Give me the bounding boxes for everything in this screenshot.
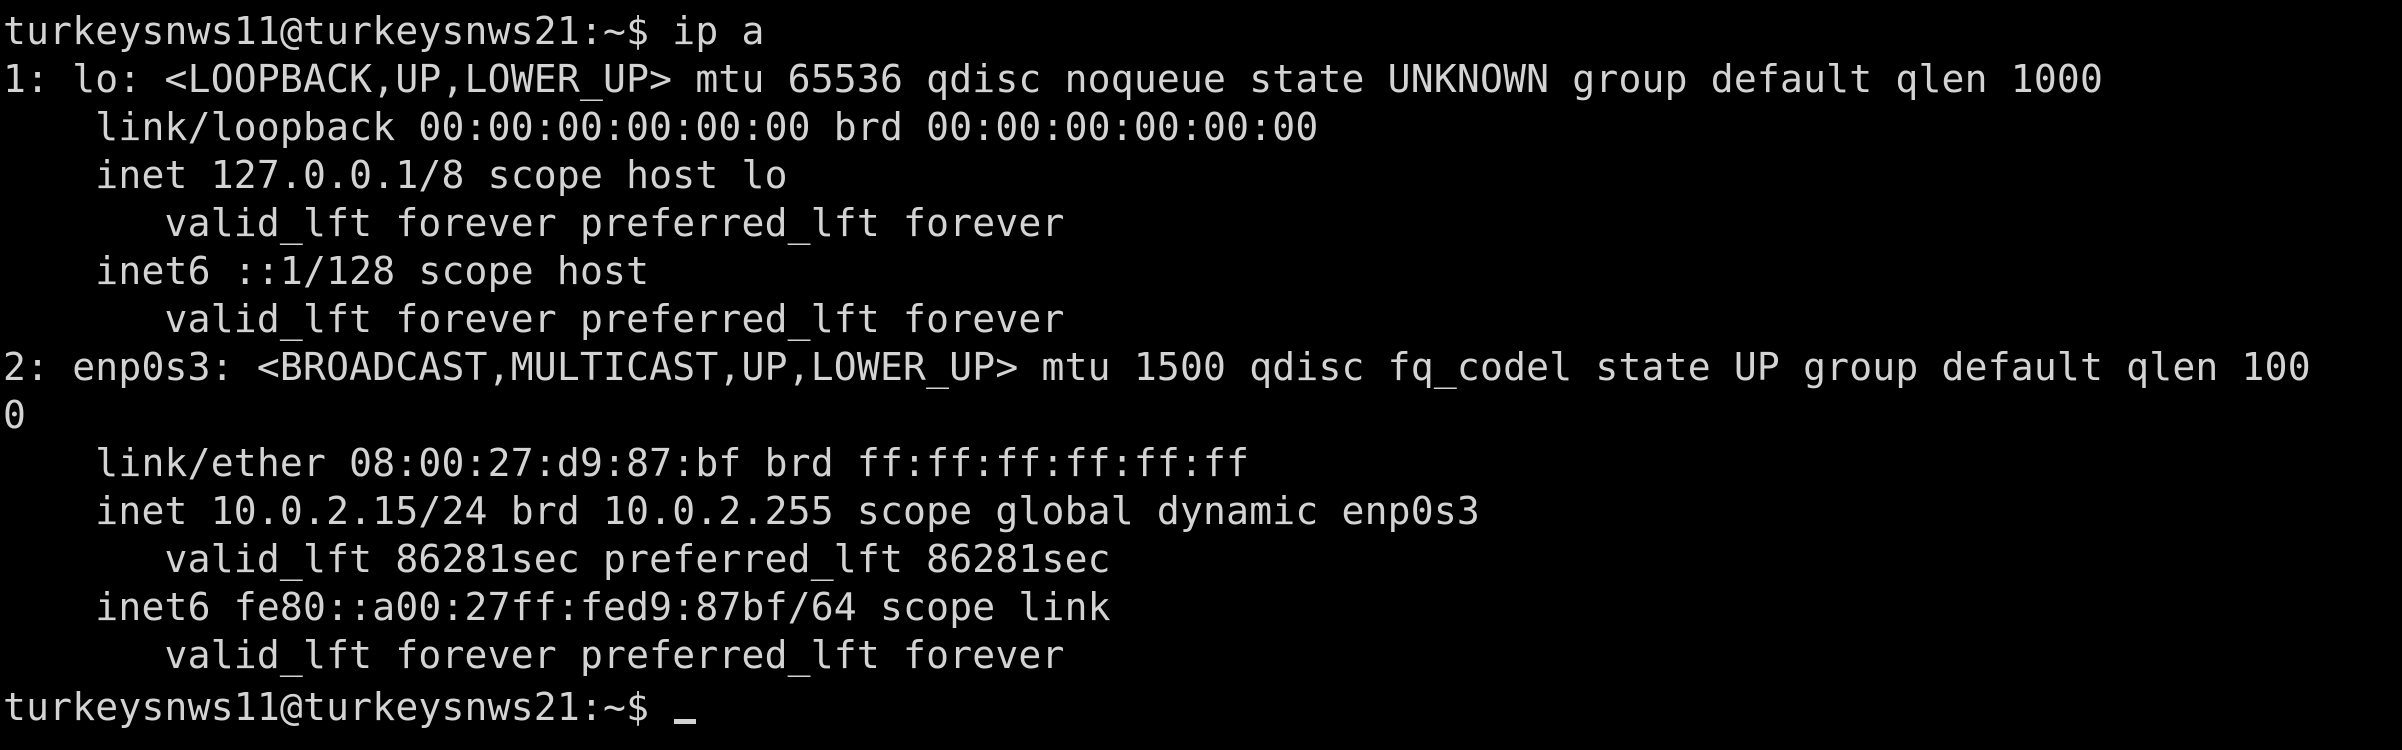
terminal-line-output: 0: [3, 393, 27, 437]
text-cursor: [674, 719, 697, 724]
terminal-input-line[interactable]: turkeysnws11@turkeysnws21:~$: [3, 683, 697, 731]
terminal-line-output: link/loopback 00:00:00:00:00:00 brd 00:0…: [3, 105, 1319, 149]
terminal-line-output: inet6 fe80::a00:27ff:fed9:87bf/64 scope …: [3, 585, 1111, 629]
shell-prompt: turkeysnws11@turkeysnws21:~$: [3, 685, 673, 729]
terminal-line-output: 1: lo: <LOOPBACK,UP,LOWER_UP> mtu 65536 …: [3, 57, 2104, 101]
terminal-line-output: valid_lft 86281sec preferred_lft 86281se…: [3, 537, 1111, 581]
terminal-line-output: valid_lft forever preferred_lft forever: [3, 297, 1065, 341]
terminal-line-command: turkeysnws11@turkeysnws21:~$ ip a: [3, 9, 765, 53]
terminal-line-output: inet 127.0.0.1/8 scope host lo: [3, 153, 788, 197]
terminal-line-output: inet 10.0.2.15/24 brd 10.0.2.255 scope g…: [3, 489, 1480, 533]
terminal-line-output: link/ether 08:00:27:d9:87:bf brd ff:ff:f…: [3, 441, 1250, 485]
terminal-line-output: inet6 ::1/128 scope host: [3, 249, 650, 293]
terminal-window[interactable]: turkeysnws11@turkeysnws21:~$ ip a 1: lo:…: [0, 0, 2402, 750]
terminal-line-output: valid_lft forever preferred_lft forever: [3, 633, 1065, 677]
terminal-line-output: valid_lft forever preferred_lft forever: [3, 201, 1065, 245]
terminal-line-output: 2: enp0s3: <BROADCAST,MULTICAST,UP,LOWER…: [3, 345, 2311, 389]
